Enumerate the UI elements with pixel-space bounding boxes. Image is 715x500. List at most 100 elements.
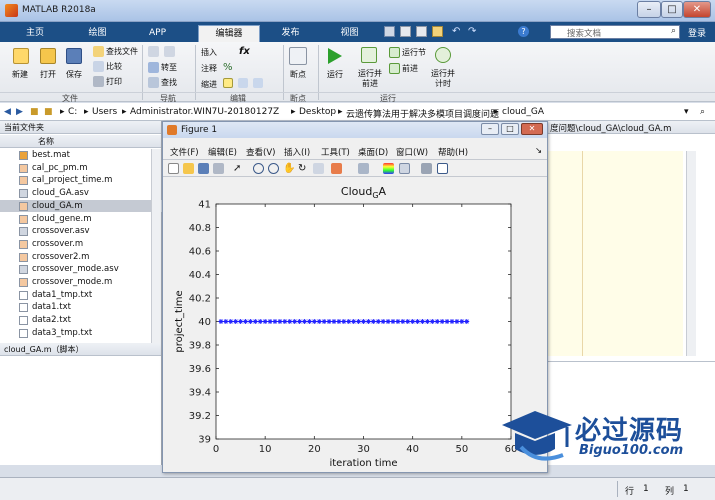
menu-edit[interactable]: 编辑(E): [208, 146, 237, 158]
copy-icon[interactable]: [416, 26, 427, 37]
indent-icon[interactable]: [223, 78, 233, 88]
figure-close-button[interactable]: ✕: [521, 123, 543, 135]
signin-link[interactable]: 登录: [688, 26, 706, 39]
menu-help[interactable]: 帮助(H): [438, 146, 468, 158]
edit-plot-icon[interactable]: ➚: [233, 163, 244, 174]
file-list-item[interactable]: crossover_mode.asv: [0, 263, 162, 275]
link-icon[interactable]: [358, 163, 369, 174]
tab-plots[interactable]: 绘图: [70, 25, 125, 42]
maximize-button[interactable]: □: [661, 1, 683, 18]
minimize-button[interactable]: –: [637, 1, 661, 18]
rotate-icon[interactable]: ↻: [298, 163, 309, 174]
insert-button[interactable]: 插入: [201, 47, 217, 58]
close-button[interactable]: ✕: [683, 1, 711, 18]
indent-right-icon[interactable]: [238, 78, 248, 88]
file-list-item[interactable]: crossover.asv: [0, 225, 162, 237]
name-column-header[interactable]: 名称: [0, 135, 161, 148]
address-dropdown-icon[interactable]: ▾: [684, 107, 689, 117]
file-list-item[interactable]: crossover.m: [0, 238, 162, 250]
cut-icon[interactable]: [400, 26, 411, 37]
folder-scrollbar[interactable]: [151, 149, 161, 344]
file-list-item[interactable]: best.mat: [0, 149, 162, 161]
open-button[interactable]: 打开: [40, 69, 56, 80]
figure-minimize-button[interactable]: –: [481, 123, 499, 135]
file-list-item[interactable]: cloud_GA.asv: [0, 187, 162, 199]
tab-view[interactable]: 视图: [322, 25, 377, 42]
file-list-item[interactable]: crossover_mode.m: [0, 276, 162, 288]
file-list-item[interactable]: crossover2.m: [0, 251, 162, 263]
file-list-item[interactable]: cal_pc_pm.m: [0, 162, 162, 174]
run-button[interactable]: 运行: [327, 69, 343, 80]
breadcrumb-cloud-ga[interactable]: cloud_GA: [502, 107, 544, 117]
print-button[interactable]: 打印: [106, 76, 122, 87]
file-list-item[interactable]: data2.txt: [0, 314, 162, 326]
comment-button[interactable]: 注释: [201, 63, 217, 74]
breadcrumb-admin[interactable]: Administrator.WIN7U-20180127Z: [130, 107, 279, 117]
new-figure-icon[interactable]: [168, 163, 179, 174]
new-button[interactable]: 新建: [12, 69, 28, 80]
forward-arrow-icon[interactable]: [164, 46, 175, 57]
run-advance-button[interactable]: 运行并前进: [356, 69, 384, 89]
nav-forward-icon[interactable]: ▶: [16, 107, 23, 117]
show-tools-icon[interactable]: [437, 163, 448, 174]
save-button[interactable]: 保存: [66, 69, 82, 80]
zoom-in-icon[interactable]: [253, 163, 264, 174]
tab-editor[interactable]: 编辑器: [198, 25, 260, 42]
file-list-item[interactable]: cloud_gene.m: [0, 213, 162, 225]
save-figure-icon[interactable]: [198, 163, 209, 174]
menu-dock-icon[interactable]: ↘: [535, 146, 542, 156]
percent-icon[interactable]: %: [223, 62, 233, 73]
menu-desktop[interactable]: 桌面(D): [358, 146, 388, 158]
breadcrumb-project[interactable]: 云遗传算法用于解决多模项目调度问题: [346, 107, 499, 120]
open-file-icon[interactable]: [183, 163, 194, 174]
paste-icon[interactable]: [432, 26, 443, 37]
save-icon[interactable]: [384, 26, 395, 37]
tab-publish[interactable]: 发布: [263, 25, 318, 42]
indent-left-icon[interactable]: [253, 78, 263, 88]
zoom-out-icon[interactable]: [268, 163, 279, 174]
breadcrumb-drive[interactable]: C:: [68, 107, 77, 117]
file-list-item[interactable]: data3_tmp.txt: [0, 327, 162, 339]
brush-icon[interactable]: [331, 163, 342, 174]
editor-tab[interactable]: 度问题\cloud_GA\cloud_GA.m: [548, 121, 715, 134]
search-input[interactable]: 搜索文档 ⌕: [550, 25, 680, 39]
address-search-icon[interactable]: ⌕: [700, 107, 705, 117]
back-arrow-icon[interactable]: [148, 46, 159, 57]
breakpoints-button[interactable]: 断点: [290, 69, 306, 80]
colorbar-icon[interactable]: [383, 163, 394, 174]
print-figure-icon[interactable]: [213, 163, 224, 174]
advance-button[interactable]: 前进: [402, 63, 418, 74]
nav-back-icon[interactable]: ◀: [4, 107, 11, 117]
indent-button[interactable]: 缩进: [201, 79, 217, 90]
menu-window[interactable]: 窗口(W): [396, 146, 428, 158]
up-folder-icon[interactable]: ■: [30, 107, 39, 117]
legend-icon[interactable]: [399, 163, 410, 174]
file-list-item[interactable]: cloud_GA.m: [0, 199, 162, 213]
file-list-item[interactable]: cal_project_time.m: [0, 174, 162, 186]
plot-canvas[interactable]: CloudGA0 10 20 30 40 50 603939.239.439.639.840…: [163, 178, 547, 468]
help-icon[interactable]: ?: [518, 26, 529, 37]
breadcrumb-desktop[interactable]: Desktop: [299, 107, 336, 117]
menu-view[interactable]: 查看(V): [246, 146, 275, 158]
file-list-item[interactable]: data1.txt: [0, 301, 162, 313]
fx-button[interactable]: fx: [239, 46, 250, 57]
hide-tools-icon[interactable]: [421, 163, 432, 174]
file-list-item[interactable]: data1_tmp.txt: [0, 289, 162, 301]
editor-text-area[interactable]: [548, 151, 683, 356]
data-cursor-icon[interactable]: [313, 163, 324, 174]
find-files-button[interactable]: 查找文件: [106, 46, 138, 57]
breadcrumb-users[interactable]: Users: [92, 107, 117, 117]
figure-maximize-button[interactable]: □: [501, 123, 519, 135]
compare-button[interactable]: 比较: [106, 61, 122, 72]
run-section-button[interactable]: 运行节: [402, 47, 426, 58]
menu-file[interactable]: 文件(F): [170, 146, 199, 158]
menu-insert[interactable]: 插入(I): [284, 146, 310, 158]
tab-home[interactable]: 主页: [10, 25, 60, 42]
pan-icon[interactable]: ✋: [283, 163, 295, 174]
run-time-button[interactable]: 运行并计时: [431, 69, 455, 89]
find-button[interactable]: 查找: [161, 77, 177, 88]
address-bar[interactable]: ◀ ▶ ■ ■ ▸ C: ▸ Users ▸ Administrator.WIN…: [0, 103, 715, 121]
goto-button[interactable]: 转至: [161, 62, 177, 73]
menu-tools[interactable]: 工具(T): [321, 146, 350, 158]
tab-apps[interactable]: APP: [130, 25, 185, 42]
